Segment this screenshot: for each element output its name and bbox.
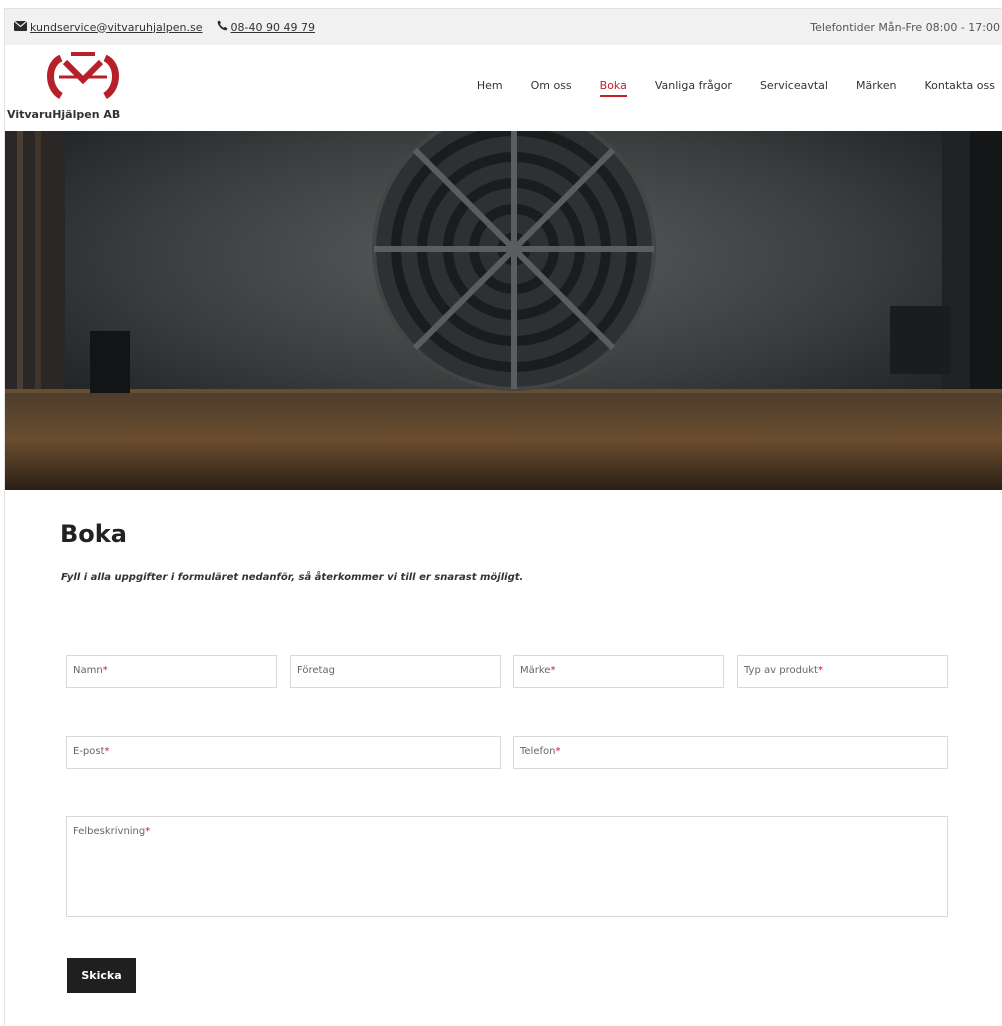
company-placeholder: Företag bbox=[297, 665, 335, 676]
required-mark: * bbox=[104, 746, 110, 757]
brand-field[interactable]: Märke* bbox=[513, 655, 724, 688]
submit-button[interactable]: Skicka bbox=[67, 958, 136, 993]
phone-hours: Telefontider Mån-Fre 08:00 - 17:00 bbox=[810, 21, 1000, 34]
required-mark: * bbox=[102, 665, 108, 676]
product-type-placeholder: Typ av produkt bbox=[744, 665, 818, 676]
contact-info: kundservice@vitvaruhjalpen.se 08-40 90 4… bbox=[13, 20, 315, 34]
main-nav: Hem Om oss Boka Vanliga frågor Serviceav… bbox=[449, 79, 995, 97]
nav-item-hem[interactable]: Hem bbox=[477, 79, 503, 97]
logo-mark-icon bbox=[47, 52, 119, 100]
nav-item-boka[interactable]: Boka bbox=[599, 79, 628, 97]
required-mark: * bbox=[550, 665, 556, 676]
oven-fan-illustration bbox=[5, 131, 1002, 490]
top-bar: kundservice@vitvaruhjalpen.se 08-40 90 4… bbox=[5, 9, 1002, 45]
page-title: Boka bbox=[60, 520, 127, 548]
phone-placeholder: Telefon bbox=[520, 746, 556, 757]
nav-item-serviceavtal[interactable]: Serviceavtal bbox=[760, 79, 828, 97]
product-type-field[interactable]: Typ av produkt* bbox=[737, 655, 948, 688]
required-mark: * bbox=[145, 826, 151, 837]
required-mark: * bbox=[555, 746, 561, 757]
nav-item-marken[interactable]: Märken bbox=[856, 79, 896, 97]
fault-description-field[interactable]: Felbeskrivning* bbox=[66, 816, 948, 917]
brand-placeholder: Märke bbox=[520, 665, 551, 676]
logo[interactable] bbox=[43, 50, 123, 106]
phone-field[interactable]: Telefon* bbox=[513, 736, 948, 769]
phone-link[interactable]: 08-40 90 49 79 bbox=[231, 21, 315, 34]
email-placeholder: E-post bbox=[73, 746, 105, 757]
phone-icon bbox=[217, 20, 228, 34]
nav-item-om-oss[interactable]: Om oss bbox=[531, 79, 572, 97]
required-mark: * bbox=[817, 665, 823, 676]
page: kundservice@vitvaruhjalpen.se 08-40 90 4… bbox=[0, 0, 1002, 1026]
booking-section: Boka Fyll i alla uppgifter i formuläret … bbox=[0, 490, 1002, 1026]
nav-item-kontakta-oss[interactable]: Kontakta oss bbox=[924, 79, 995, 97]
envelope-icon bbox=[13, 20, 28, 34]
brand-name: VitvaruHjälpen AB bbox=[7, 108, 121, 121]
nav-item-vanliga-fragor[interactable]: Vanliga frågor bbox=[655, 79, 732, 97]
name-placeholder: Namn bbox=[73, 665, 103, 676]
email-link[interactable]: kundservice@vitvaruhjalpen.se bbox=[30, 21, 203, 34]
hero-image bbox=[5, 131, 1002, 490]
name-field[interactable]: Namn* bbox=[66, 655, 277, 688]
email-field[interactable]: E-post* bbox=[66, 736, 501, 769]
fault-description-placeholder: Felbeskrivning bbox=[73, 826, 146, 837]
company-field[interactable]: Företag bbox=[290, 655, 501, 688]
site-header: VitvaruHjälpen AB Hem Om oss Boka Vanlig… bbox=[5, 45, 1002, 131]
intro-text: Fyll i alla uppgifter i formuläret nedan… bbox=[61, 572, 524, 583]
